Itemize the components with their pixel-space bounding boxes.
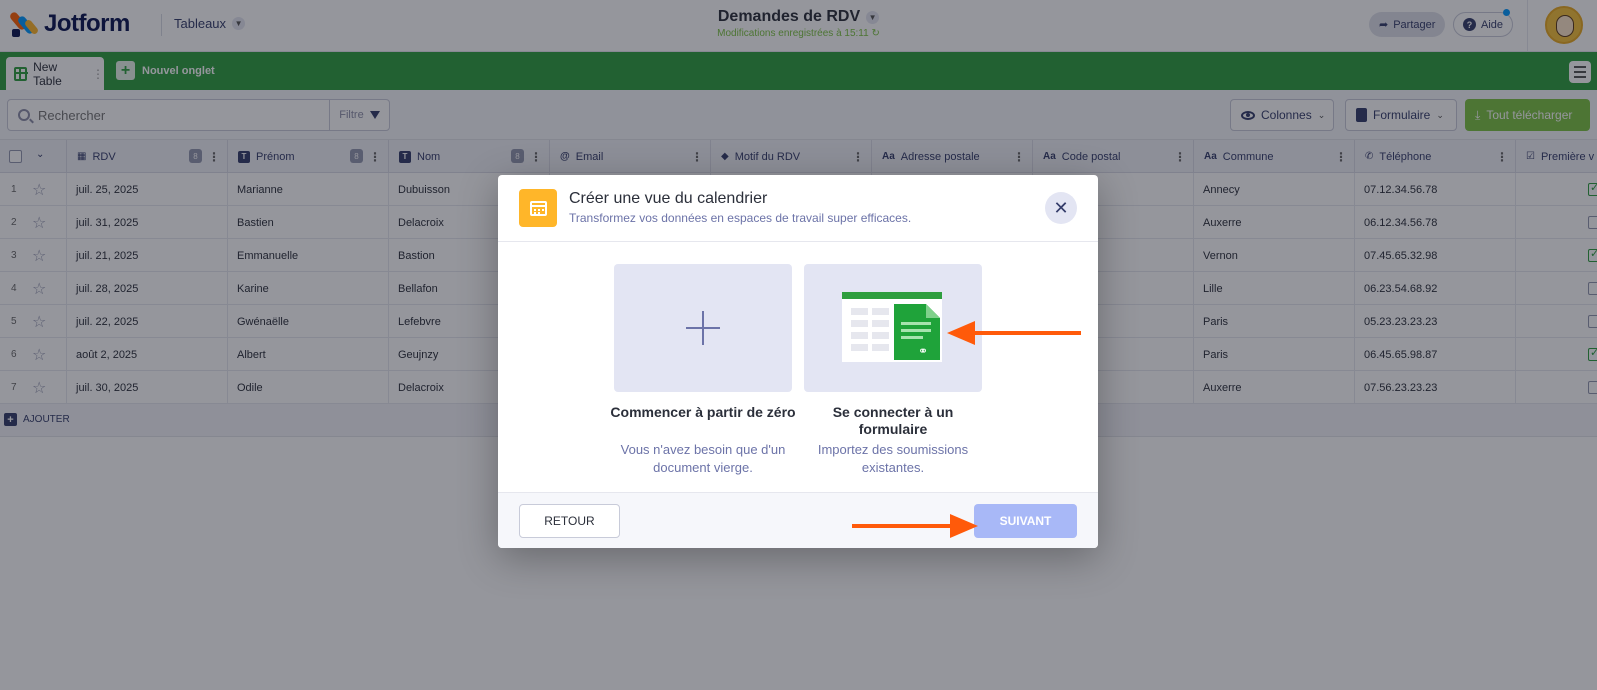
dialog-title: Créer une vue du calendrier — [569, 190, 768, 207]
dialog-header: Créer une vue du calendrier Transformez … — [498, 175, 1098, 242]
option-scratch-description: Vous n'avez besoin que d'un document vie… — [620, 442, 786, 475]
create-calendar-view-dialog: Créer une vue du calendrier Transformez … — [498, 175, 1098, 548]
annotation-arrow-icon — [947, 321, 1081, 345]
calendar-icon — [519, 189, 557, 227]
start-from-scratch-card[interactable] — [614, 264, 792, 392]
close-button[interactable]: ✕ — [1045, 192, 1077, 224]
option-form-title: Se connecter à un formulaire — [832, 404, 954, 437]
dialog-subtitle: Transformez vos données en espaces de tr… — [569, 211, 912, 225]
back-button[interactable]: RETOUR — [519, 504, 620, 538]
option-form-description: Importez des soumissions existantes. — [817, 442, 969, 475]
next-button[interactable]: SUIVANT — [974, 504, 1077, 538]
dialog-footer: RETOUR SUIVANT — [498, 492, 1098, 548]
close-icon: ✕ — [1053, 197, 1069, 218]
svg-text:⚭: ⚭ — [918, 344, 928, 358]
annotation-arrow-icon — [852, 514, 978, 538]
option-scratch-title: Commencer à partir de zéro — [610, 404, 796, 420]
dialog-body: ⚭ Commencer à partir de zéro Vous n'avez… — [498, 242, 1098, 492]
plus-icon — [686, 311, 720, 345]
